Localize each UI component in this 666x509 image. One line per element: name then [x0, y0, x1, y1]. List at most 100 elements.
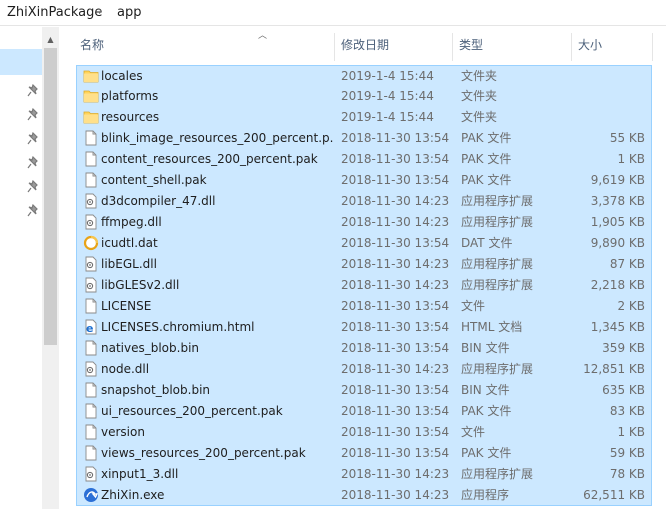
column-divider[interactable] [652, 33, 653, 61]
file-type: DAT 文件 [461, 236, 513, 250]
dll-icon [83, 256, 99, 272]
file-type: 文件 [461, 299, 486, 313]
file-type: HTML 文档 [461, 320, 523, 334]
dll-icon [83, 466, 99, 482]
file-row[interactable]: blink_image_resources_200_percent.p... 20… [76, 128, 652, 149]
file-row[interactable]: content_shell.pak 2018-11-30 13:54 PAK 文件 9… [76, 170, 652, 191]
pin-icon[interactable] [27, 204, 39, 218]
column-name[interactable]: 名称 [74, 27, 334, 63]
breadcrumb-item-app[interactable]: app [117, 5, 141, 20]
dat-icon [83, 235, 99, 251]
file-size: 635 KB [602, 383, 645, 397]
file-icon [83, 424, 99, 440]
file-row[interactable]: snapshot_blob.bin 2018-11-30 13:54 BIN 文件 6… [76, 380, 652, 401]
file-icon [83, 298, 99, 314]
file-icon [83, 130, 99, 146]
file-name: xinput1_3.dll [101, 467, 179, 481]
file-type: 应用程序扩展 [461, 362, 534, 376]
file-name: ui_resources_200_percent.pak [101, 404, 283, 418]
file-name: ZhiXin.exe [101, 488, 165, 502]
file-row[interactable]: resources 2019-1-4 15:44 文件夹 [76, 107, 652, 128]
file-row[interactable]: ffmpeg.dll 2018-11-30 14:23 应用程序扩展 1,905 KB [76, 212, 652, 233]
file-type: PAK 文件 [461, 446, 512, 460]
file-type: 文件夹 [461, 89, 498, 103]
nav-scrollbar[interactable]: ▲ [42, 27, 59, 509]
breadcrumb-item-zhixinpackage[interactable]: ZhiXinPackage [7, 5, 102, 20]
file-size: 9,619 KB [590, 173, 645, 187]
file-icon [83, 382, 99, 398]
file-size: 1,905 KB [590, 215, 645, 229]
file-name: blink_image_resources_200_percent.p... [101, 131, 333, 145]
file-size: 2 KB [617, 299, 645, 313]
column-type[interactable]: 类型 [453, 27, 571, 63]
file-modified: 2018-11-30 13:54 [341, 341, 450, 355]
file-row[interactable]: LICENSE 2018-11-30 13:54 文件 2 KB [76, 296, 652, 317]
file-row[interactable]: locales 2019-1-4 15:44 文件夹 [76, 65, 652, 86]
file-size: 3,378 KB [590, 194, 645, 208]
file-modified: 2018-11-30 13:54 [341, 404, 450, 418]
file-name: content_resources_200_percent.pak [101, 152, 318, 166]
file-size [565, 107, 645, 128]
file-modified: 2018-11-30 14:23 [341, 257, 450, 271]
pin-icon[interactable] [27, 156, 39, 170]
file-row[interactable]: icudtl.dat 2018-11-30 13:54 DAT 文件 9,890 KB [76, 233, 652, 254]
file-modified: 2019-1-4 15:44 [341, 69, 434, 83]
file-name: LICENSES.chromium.html [101, 320, 255, 334]
file-type: BIN 文件 [461, 341, 510, 355]
file-row[interactable]: ZhiXin.exe 2018-11-30 14:23 应用程序 62,511 KB [76, 485, 652, 506]
nav-selected-item[interactable] [0, 49, 42, 75]
file-size: 83 KB [609, 404, 645, 418]
file-size: 1,345 KB [590, 320, 645, 334]
file-name: snapshot_blob.bin [101, 383, 211, 397]
file-size [565, 66, 645, 87]
file-modified: 2018-11-30 13:54 [341, 152, 450, 166]
address-breadcrumb: ZhiXinPackage › app [0, 0, 666, 26]
file-row[interactable]: views_resources_200_percent.pak 2018-11-3… [76, 443, 652, 464]
file-row[interactable]: node.dll 2018-11-30 14:23 应用程序扩展 12,851 KB [76, 359, 652, 380]
file-icon [83, 172, 99, 188]
file-type: 应用程序扩展 [461, 215, 534, 229]
file-row[interactable]: ui_resources_200_percent.pak 2018-11-30 1… [76, 401, 652, 422]
column-size[interactable]: 大小 [572, 27, 652, 63]
file-modified: 2018-11-30 13:54 [341, 320, 450, 334]
breadcrumb-separator-icon[interactable]: › [98, 4, 103, 18]
file-type: PAK 文件 [461, 173, 512, 187]
file-size [565, 86, 645, 107]
file-row[interactable]: libEGL.dll 2018-11-30 14:23 应用程序扩展 87 KB [76, 254, 652, 275]
file-row[interactable]: xinput1_3.dll 2018-11-30 14:23 应用程序扩展 78 KB [76, 464, 652, 485]
file-name: libEGL.dll [101, 257, 157, 271]
file-name: content_shell.pak [101, 173, 207, 187]
file-name: resources [101, 110, 160, 124]
scroll-up-arrow-icon[interactable]: ▲ [42, 33, 59, 47]
file-name: ffmpeg.dll [101, 215, 162, 229]
file-type: 文件 [461, 425, 486, 439]
dll-icon [83, 361, 99, 377]
column-modified[interactable]: 修改日期 [335, 27, 453, 63]
file-icon [83, 151, 99, 167]
file-row[interactable]: e LICENSES.chromium.html 2018-11-30 13:54 H… [76, 317, 652, 338]
file-modified: 2018-11-30 14:23 [341, 194, 450, 208]
pin-icon[interactable] [27, 180, 39, 194]
file-size: 62,511 KB [583, 488, 645, 502]
file-type: 应用程序扩展 [461, 194, 534, 208]
file-row[interactable]: natives_blob.bin 2018-11-30 13:54 BIN 文件 35… [76, 338, 652, 359]
file-modified: 2018-11-30 13:54 [341, 173, 450, 187]
file-type: 应用程序扩展 [461, 278, 534, 292]
pin-icon[interactable] [27, 132, 39, 146]
pin-icon[interactable] [27, 108, 39, 122]
file-row[interactable]: content_resources_200_percent.pak 2018-11… [76, 149, 652, 170]
file-row[interactable]: d3dcompiler_47.dll 2018-11-30 14:23 应用程序扩展… [76, 191, 652, 212]
file-row[interactable]: platforms 2019-1-4 15:44 文件夹 [76, 86, 652, 107]
file-row[interactable]: version 2018-11-30 13:54 文件 1 KB [76, 422, 652, 443]
file-icon [83, 403, 99, 419]
pin-icon[interactable] [27, 84, 39, 98]
navigation-pane: ▲ [0, 27, 60, 509]
file-name: LICENSE [101, 299, 152, 313]
file-row[interactable]: libGLESv2.dll 2018-11-30 14:23 应用程序扩展 2,218… [76, 275, 652, 296]
file-modified: 2018-11-30 14:23 [341, 362, 450, 376]
file-modified: 2018-11-30 14:23 [341, 215, 450, 229]
file-modified: 2018-11-30 13:54 [341, 236, 450, 250]
file-type: 应用程序 [461, 488, 510, 502]
file-modified: 2019-1-4 15:44 [341, 89, 434, 103]
scrollbar-thumb[interactable] [44, 48, 57, 345]
